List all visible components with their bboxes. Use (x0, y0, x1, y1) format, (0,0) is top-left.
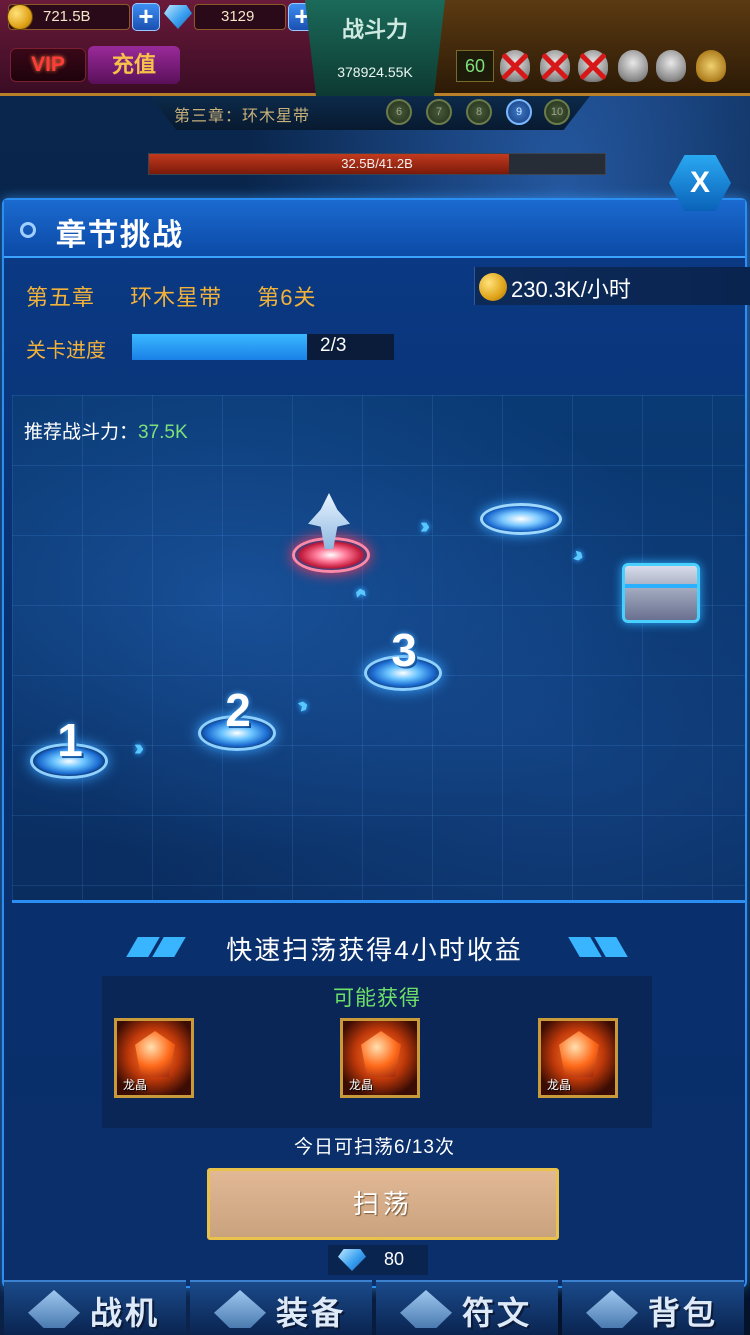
quick-sweep-title: 快速扫荡获得4小时收益 (226, 935, 523, 965)
chapter-strip-title: 第三章：环木星带 (174, 108, 311, 125)
recommended-power-value: 37.5K (138, 422, 188, 443)
stage-progress-label: 关卡进度 (26, 340, 106, 362)
combat-power-value: 378924.55K (337, 64, 413, 80)
chapter-region: 环木星带 (130, 285, 223, 310)
hud-left-panel: 721.5B + 3129 + VIP 充值 (0, 0, 318, 96)
stage-progress-fill (132, 334, 307, 360)
coin-amount: 721.5B (43, 8, 91, 25)
chapter-stage-dot[interactable]: 6 (386, 99, 412, 125)
vip-button[interactable]: VIP (10, 48, 86, 82)
sweep-button[interactable]: 扫荡 (207, 1168, 559, 1240)
combat-power-title: 战斗力 (341, 17, 408, 42)
dialog-title: 章节挑战 (56, 219, 184, 252)
gem-counter: 3129 (194, 4, 286, 30)
nav-tab-label: 符文 (462, 1295, 533, 1331)
stage-node-1-label: 1 (57, 714, 83, 766)
recommended-power-label: 推荐战斗力： (24, 422, 139, 443)
gem-amount: 3129 (221, 8, 255, 25)
nav-tab-equipment[interactable]: 装备 (190, 1280, 372, 1335)
stage-node-3-label: 3 (391, 624, 417, 676)
reward-item[interactable]: 龙晶 (538, 1018, 618, 1098)
reward-item-name: 龙晶 (123, 1078, 148, 1092)
dragon-crystal-icon (135, 1031, 175, 1077)
chapter-info: 第五章 环木星带 第6关 (26, 280, 345, 312)
coin-counter: 721.5B (7, 4, 130, 30)
stage-progress-bar: 2/3 (132, 334, 394, 360)
combat-power-panel: 战斗力 378924.55K (305, 0, 445, 98)
defeated-boss-skull-icon (578, 50, 608, 82)
possible-rewards-label: 可能获得 (333, 987, 421, 1010)
income-rate: 230.3K/小时 (474, 267, 750, 305)
chapter-number: 第五章 (26, 285, 96, 310)
gold-coin-icon (479, 273, 507, 301)
sweep-cost-amount: 80 (384, 1249, 405, 1269)
diamond-icon (338, 1249, 366, 1271)
chapter-stage-dot[interactable]: 8 (466, 99, 492, 125)
title-stripes-right-icon (568, 937, 628, 957)
player-level: 60 (456, 50, 494, 82)
defeated-boss-skull-icon (540, 50, 570, 82)
sweep-remaining-count: 今日可扫荡6/13次 (294, 1137, 455, 1158)
dialog-header: 章节挑战 (4, 200, 745, 258)
reward-item[interactable]: 龙晶 (114, 1018, 194, 1098)
diamond-icon (164, 5, 192, 29)
nav-tab-rune[interactable]: 符文 (376, 1280, 558, 1335)
chapter-challenge-dialog: 章节挑战 第五章 环木星带 第6关 230.3K/小时 关卡进度 2/3 推荐战… (2, 198, 750, 1288)
nav-tab-fighter[interactable]: 战机 (4, 1280, 186, 1335)
chapter-strip: 第三章：环木星带 6 7 8 9 10 (150, 96, 590, 130)
chapter-stage-dot-current[interactable]: 9 (506, 99, 532, 125)
stage-map: 推荐战斗力：37.5K 1 ››› 2 ››› 3 ››› ››› ››› (12, 395, 745, 903)
stage-node-2-label: 2 (225, 684, 251, 736)
possible-rewards-panel: 可能获得 龙晶 龙晶 龙晶 (102, 976, 652, 1128)
header-bullet-icon (20, 222, 36, 238)
sweep-cost: 80 (328, 1245, 428, 1275)
recharge-button[interactable]: 充值 (88, 46, 180, 84)
reward-item-name: 龙晶 (547, 1078, 572, 1092)
backpack-icon (586, 1290, 638, 1328)
income-rate-text: 230.3K/小时 (511, 277, 631, 302)
nav-tab-backpack[interactable]: 背包 (562, 1280, 744, 1335)
boss-skull-icon (618, 50, 648, 82)
equipment-icon (214, 1290, 266, 1328)
gold-coin-icon (7, 4, 33, 30)
fighter-icon (28, 1290, 80, 1328)
nav-tab-label: 装备 (276, 1295, 347, 1331)
defeated-boss-skull-icon (500, 50, 530, 82)
path-arrows-icon: ››› (420, 513, 430, 538)
recommended-power: 推荐战斗力：37.5K (24, 417, 188, 444)
reward-item[interactable]: 龙晶 (340, 1018, 420, 1098)
nav-tab-label: 背包 (648, 1295, 719, 1331)
dragon-crystal-icon (559, 1031, 599, 1077)
chapter-stage-dot[interactable]: 10 (544, 99, 570, 125)
add-coins-button[interactable]: + (132, 3, 160, 31)
boss-hp-bar: 32.5B/41.2B (148, 153, 606, 175)
reward-item-name: 龙晶 (349, 1078, 374, 1092)
rune-icon (400, 1290, 452, 1328)
boss-hp-text: 32.5B/41.2B (341, 156, 413, 171)
chapter-stage-dot[interactable]: 7 (426, 99, 452, 125)
nav-tab-label: 战机 (90, 1295, 161, 1331)
dragon-crystal-icon (361, 1031, 401, 1077)
stage-number: 第6关 (257, 285, 317, 310)
path-arrows-icon: ››› (134, 735, 144, 760)
boss-stage-node[interactable] (480, 503, 562, 535)
boss-skull-icon (656, 50, 686, 82)
stage-progress-text: 2/3 (320, 335, 347, 356)
crowned-boss-skull-icon (696, 50, 726, 82)
treasure-chest-icon[interactable] (622, 563, 700, 623)
bottom-navigation: 战机 装备 符文 背包 (0, 1280, 750, 1335)
